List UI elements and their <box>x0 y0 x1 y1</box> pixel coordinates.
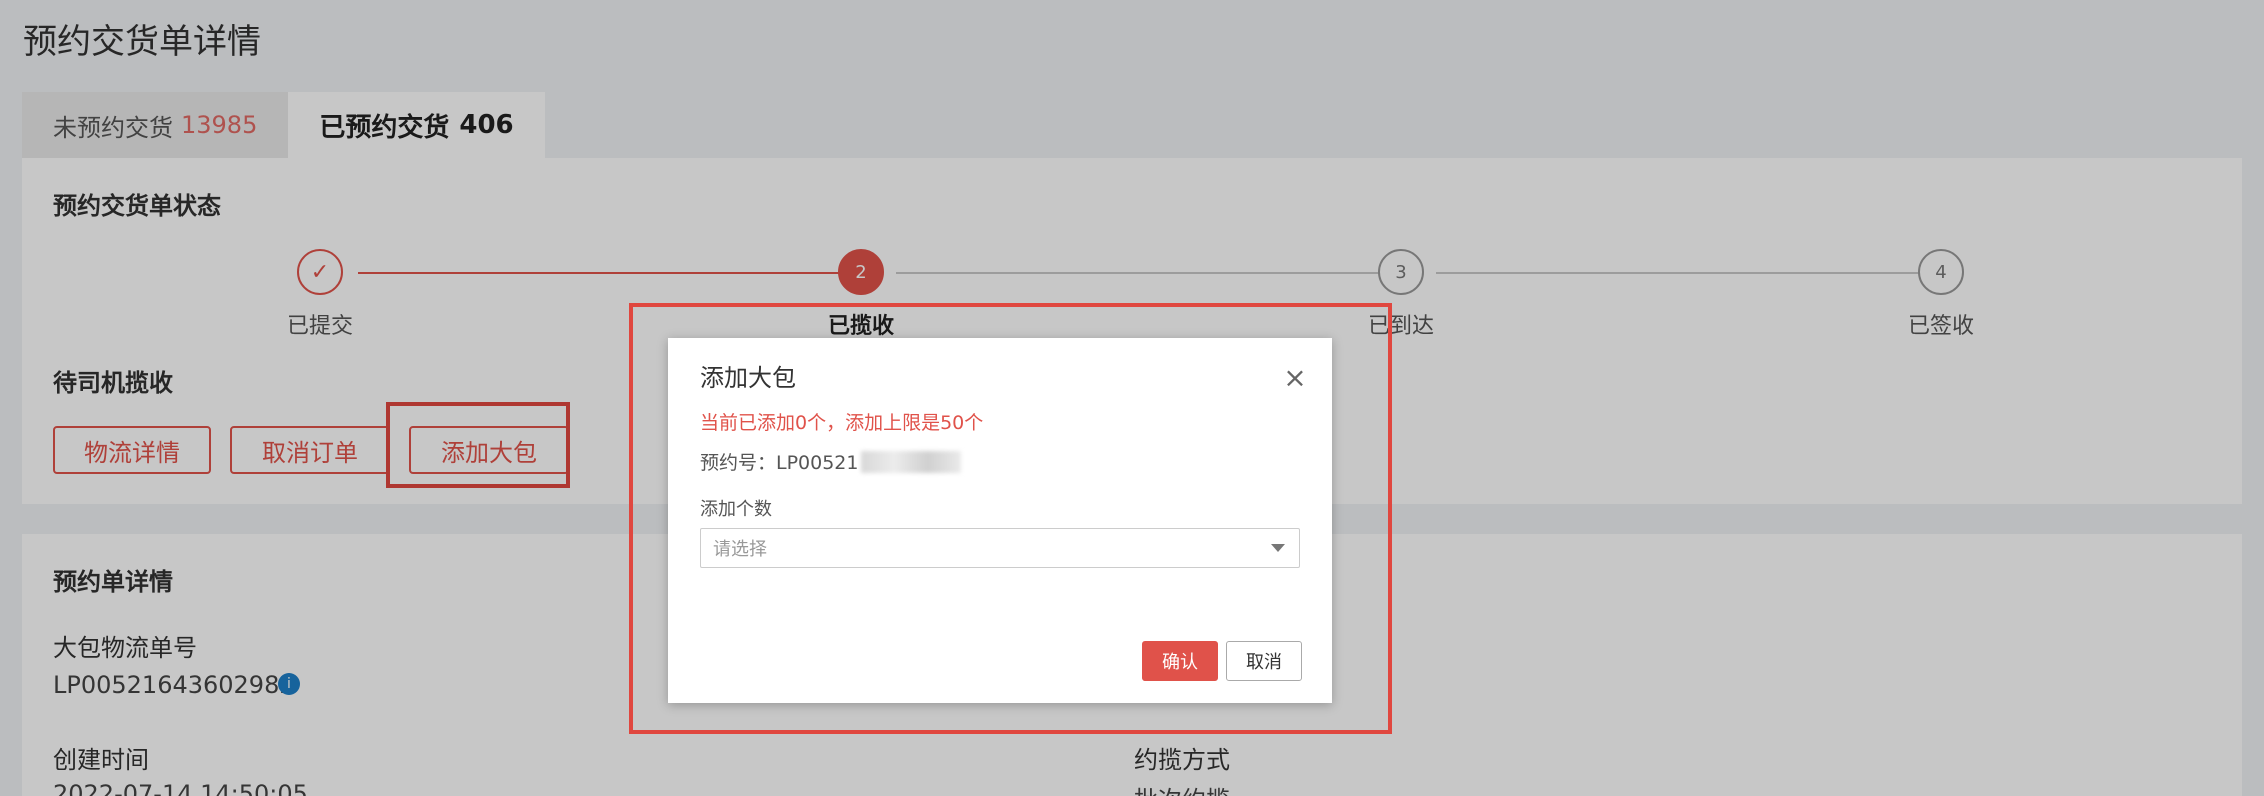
select-placeholder: 请选择 <box>713 539 767 560</box>
quantity-label: 添加个数 <box>700 499 772 520</box>
add-package-dialog: 添加大包 × 当前已添加0个，添加上限是50个 预约号：LP00521 添加个数… <box>668 338 1332 703</box>
quantity-select[interactable]: 请选择 <box>700 528 1300 568</box>
order-number: 预约号：LP00521 <box>700 448 961 475</box>
chevron-down-icon <box>1271 544 1285 552</box>
order-number-text: 预约号：LP00521 <box>700 452 859 474</box>
close-icon[interactable]: × <box>1280 361 1310 394</box>
redacted-mask <box>860 450 961 473</box>
dialog-title: 添加大包 <box>700 364 796 392</box>
confirm-button[interactable]: 确认 <box>1142 641 1218 681</box>
cancel-button[interactable]: 取消 <box>1226 641 1302 681</box>
limit-warning: 当前已添加0个，添加上限是50个 <box>700 412 984 434</box>
